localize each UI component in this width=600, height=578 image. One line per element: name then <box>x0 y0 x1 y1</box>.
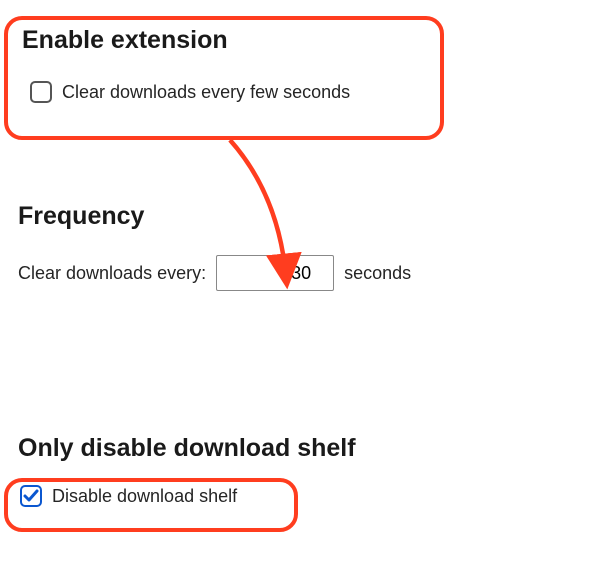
disable-shelf-checkbox[interactable] <box>20 485 42 507</box>
enable-extension-section: Enable extension Clear downloads every f… <box>4 26 444 103</box>
frequency-label-before: Clear downloads every: <box>18 263 206 284</box>
clear-downloads-row: Clear downloads every few seconds <box>30 81 430 103</box>
frequency-heading: Frequency <box>18 202 411 231</box>
frequency-row: Clear downloads every: seconds <box>18 255 411 291</box>
shelf-section: Only disable download shelf Disable down… <box>4 434 370 507</box>
enable-extension-heading: Enable extension <box>22 26 430 55</box>
clear-downloads-label: Clear downloads every few seconds <box>62 82 350 103</box>
clear-downloads-checkbox[interactable] <box>30 81 52 103</box>
disable-shelf-row: Disable download shelf <box>20 485 356 507</box>
frequency-section: Frequency Clear downloads every: seconds <box>4 202 425 291</box>
check-icon <box>23 488 39 504</box>
shelf-heading: Only disable download shelf <box>18 434 356 463</box>
frequency-label-after: seconds <box>344 263 411 284</box>
frequency-input[interactable] <box>216 255 334 291</box>
disable-shelf-label: Disable download shelf <box>52 486 237 507</box>
